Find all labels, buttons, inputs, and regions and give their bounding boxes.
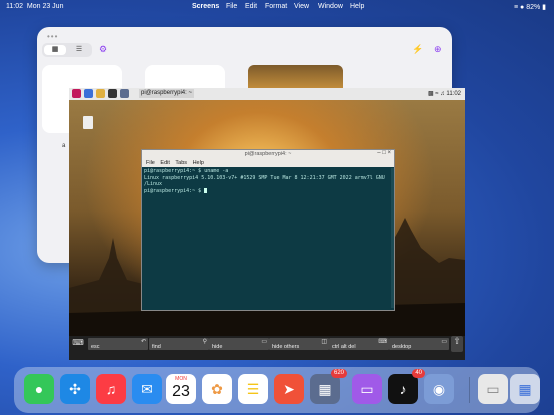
mail-icon[interactable]: ✉ xyxy=(132,374,162,404)
ctrl-alt-del-icon: ⌨ xyxy=(378,339,387,345)
remote-desktop-window[interactable]: pi@raspberrypi4: ~ ▩ ≈ ♫ 11:02 pi@raspbe… xyxy=(69,88,465,360)
trash-icon[interactable] xyxy=(83,116,93,129)
add-icon[interactable]: ⊕ xyxy=(434,44,442,55)
window-controls[interactable]: ••• xyxy=(47,32,58,41)
battery-percent: 82% xyxy=(526,4,541,11)
hide-icon: ▭ xyxy=(261,339,267,345)
dock-separator xyxy=(469,377,470,403)
messages-icon[interactable]: ● xyxy=(24,374,54,404)
quick-connect-icon[interactable]: ⚡ xyxy=(412,44,423,55)
grid-view-icon[interactable]: ▦ xyxy=(44,45,66,55)
status-area: ≡ ● 82% ▮ xyxy=(513,4,546,11)
menu-window[interactable]: Window xyxy=(318,3,343,10)
rpi-desktop: pi@raspberrypi4: ~ – □ × File Edit Tabs … xyxy=(69,100,465,348)
terminal-output[interactable]: pi@raspberrypi4:~ $ uname -a Linux raspbe… xyxy=(144,168,385,194)
menu-view[interactable]: View xyxy=(294,3,309,10)
key-hide-others[interactable]: hide others ◫ xyxy=(269,338,329,350)
app-folder-icon[interactable]: ▦ 620 xyxy=(310,369,347,404)
menu-file[interactable]: File xyxy=(226,3,237,10)
list-view-icon[interactable]: ☰ xyxy=(68,45,90,55)
desktop-icon: ▭ xyxy=(441,339,447,345)
terminal-prompt-line: pi@raspberrypi4:~ $ xyxy=(144,187,385,195)
rpi-clock: 11:02 xyxy=(446,91,461,97)
terminal-scrollbar[interactable] xyxy=(391,168,394,308)
swift-playgrounds-icon[interactable]: ➤ xyxy=(274,374,304,404)
terminal-icon[interactable] xyxy=(108,89,117,98)
terminal-window-controls[interactable]: – □ × xyxy=(377,150,391,156)
raspberry-menu-icon[interactable] xyxy=(72,89,81,98)
safari-icon[interactable]: ✣ xyxy=(60,374,90,404)
app-menu[interactable]: Screens xyxy=(192,3,219,10)
terminal-menu-bar: File Edit Tabs Help xyxy=(142,159,394,167)
taskbar-terminal-task[interactable]: pi@raspberrypi4: ~ xyxy=(139,89,194,98)
text-cursor xyxy=(204,187,208,193)
terminal-line: Linux raspberrypi4 5.10.103-v7+ #1529 SM… xyxy=(144,174,385,181)
menu-clock: 11:02 Mon 23 Jun xyxy=(6,3,64,10)
menu-help[interactable]: Help xyxy=(350,3,364,10)
folder-icon[interactable] xyxy=(96,89,105,98)
settings-icon[interactable]: ⚙ xyxy=(99,44,107,55)
menu-format[interactable]: Format xyxy=(265,3,287,10)
terminal-menu-help[interactable]: Help xyxy=(193,160,204,166)
notes-icon[interactable]: ☰ xyxy=(238,374,268,404)
terminal-menu-edit[interactable]: Edit xyxy=(160,160,169,166)
browser-icon[interactable] xyxy=(84,89,93,98)
key-desktop[interactable]: desktop ▭ xyxy=(389,338,449,350)
dock: ● ✣ ♫ ✉ MON 23 ✿ ☰ ➤ ▦ 620 ▭ ♪ 40 ◉ ▭ ▦ xyxy=(14,367,540,413)
screens-key-bar: ⌨ esc ↶ find ⚲ hide ▭ hide others ◫ ctrl alt… xyxy=(69,336,465,360)
key-ctrl-alt-del[interactable]: ctrl alt del ⌨ xyxy=(329,338,389,350)
music-icon[interactable]: ♫ xyxy=(96,374,126,404)
folder-badge: 620 xyxy=(330,369,347,378)
key-find[interactable]: find ⚲ xyxy=(149,338,209,350)
share-icon[interactable]: ⇧ xyxy=(451,336,463,352)
calendar-date: 23 xyxy=(172,383,190,400)
find-icon: ⚲ xyxy=(202,339,207,345)
terminal-menu-tabs[interactable]: Tabs xyxy=(175,160,187,166)
key-hide[interactable]: hide ▭ xyxy=(209,338,269,350)
keyboard-icon[interactable]: ⌨ xyxy=(71,338,85,350)
rpi-taskbar: pi@raspberrypi4: ~ ▩ ≈ ♫ 11:02 xyxy=(69,88,465,100)
calendar-icon[interactable]: MON 23 xyxy=(166,374,196,404)
tiktok-badge: 40 xyxy=(412,369,425,378)
menu-bar: 11:02 Mon 23 Jun Screens File Edit Forma… xyxy=(0,0,554,14)
photos-icon[interactable]: ✿ xyxy=(202,374,232,404)
screens-app-icon[interactable]: ▭ xyxy=(352,374,382,404)
esc-icon: ↶ xyxy=(140,339,146,345)
app-icon[interactable] xyxy=(120,89,129,98)
app-library-icon[interactable]: ▦ xyxy=(510,374,540,404)
terminal-menu-file[interactable]: File xyxy=(146,160,155,166)
hide-others-icon: ◫ xyxy=(321,339,327,345)
terminal-title: pi@raspberrypi4: ~ xyxy=(142,150,394,159)
key-esc[interactable]: esc ↶ xyxy=(88,338,148,350)
terminal-window[interactable]: pi@raspberrypi4: ~ – □ × File Edit Tabs … xyxy=(141,149,395,311)
rpi-tray: ▩ ≈ ♫ 11:02 xyxy=(427,91,461,97)
view-switcher: ▦ ☰ xyxy=(42,43,92,57)
screen-card-label: a xyxy=(62,143,66,149)
tableplus-icon[interactable]: ◉ xyxy=(424,374,454,404)
recent-app-icon[interactable]: ▭ xyxy=(478,374,508,404)
tiktok-icon[interactable]: ♪ 40 xyxy=(388,369,425,404)
menu-edit[interactable]: Edit xyxy=(245,3,257,10)
